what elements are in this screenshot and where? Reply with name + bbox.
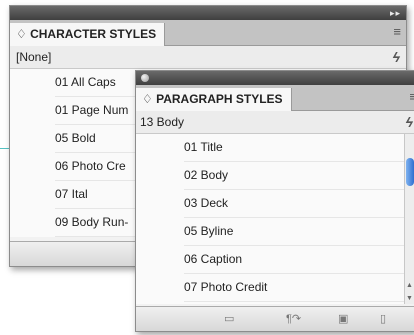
paragraph-style-list: 01 Title 02 Body 03 Deck 05 Byline 06 Ca… (136, 134, 414, 304)
load-styles-icon[interactable]: ¶↷ (286, 312, 301, 325)
list-item[interactable]: 07 Photo Credit (184, 274, 414, 302)
current-style-label: [None] (16, 50, 52, 64)
panel-menu-icon[interactable]: ≡ (409, 89, 414, 104)
panel-tab-row: ♢ CHARACTER STYLES ≡ (10, 20, 406, 46)
current-paragraph-style: 13 Body ϟ (136, 111, 414, 134)
panel-titlebar[interactable]: ▸▸ (10, 6, 406, 20)
list-item[interactable]: 03 Deck (184, 190, 414, 218)
scroll-down-arrow-icon[interactable]: ▼ (406, 295, 413, 302)
collapse-icon[interactable]: ▸▸ (390, 8, 401, 19)
panel-bottom-bar: ▭ ¶↷ ▣ ▯ (136, 306, 414, 331)
list-item[interactable]: 06 Caption (184, 246, 414, 274)
list-item[interactable]: 05 Byline (184, 218, 414, 246)
current-style-label: 13 Body (140, 115, 185, 129)
paragraph-styles-panel: ♢ PARAGRAPH STYLES ≡ 13 Body ϟ 01 Title … (135, 70, 414, 332)
list-item[interactable]: 01 Title (184, 134, 414, 162)
clear-overrides-icon[interactable]: ϟ (406, 111, 413, 133)
style-group-icon[interactable]: ▭ (224, 312, 234, 325)
list-item[interactable]: 02 Body (184, 162, 414, 190)
new-style-icon[interactable]: ▣ (338, 312, 348, 325)
panel-titlebar[interactable] (136, 71, 414, 85)
scrollbar[interactable]: ▲ ▼ (404, 134, 414, 304)
panel-menu-icon[interactable]: ≡ (393, 24, 401, 39)
close-icon[interactable] (141, 74, 149, 82)
current-character-style: [None] ϟ (10, 46, 406, 69)
scroll-thumb[interactable] (406, 158, 414, 186)
tab-character-styles[interactable]: ♢ CHARACTER STYLES (10, 23, 166, 46)
panel-tab-row: ♢ PARAGRAPH STYLES ≡ (136, 85, 414, 111)
delete-style-icon[interactable]: ▯ (380, 312, 386, 325)
tab-paragraph-styles[interactable]: ♢ PARAGRAPH STYLES (136, 88, 292, 111)
clear-overrides-icon[interactable]: ϟ (393, 46, 400, 68)
scroll-up-arrow-icon[interactable]: ▲ (406, 282, 413, 289)
